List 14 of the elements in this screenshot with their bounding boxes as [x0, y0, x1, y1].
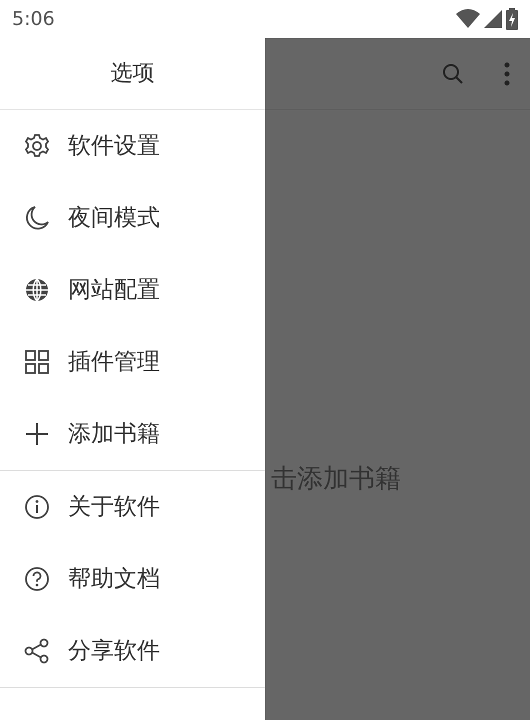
search-icon[interactable]	[442, 62, 464, 84]
info-icon	[24, 494, 50, 520]
clock-time: 5:06	[12, 6, 55, 32]
help-icon	[24, 566, 50, 592]
signal-icon	[484, 10, 502, 28]
moon-icon	[24, 205, 50, 231]
more-icon[interactable]	[504, 62, 510, 86]
grid-icon	[24, 349, 50, 375]
gear-icon	[24, 133, 50, 159]
plus-icon	[24, 421, 50, 447]
wifi-icon	[456, 9, 480, 29]
battery-icon	[506, 8, 518, 30]
globe-icon	[24, 277, 50, 303]
share-icon	[24, 638, 50, 664]
